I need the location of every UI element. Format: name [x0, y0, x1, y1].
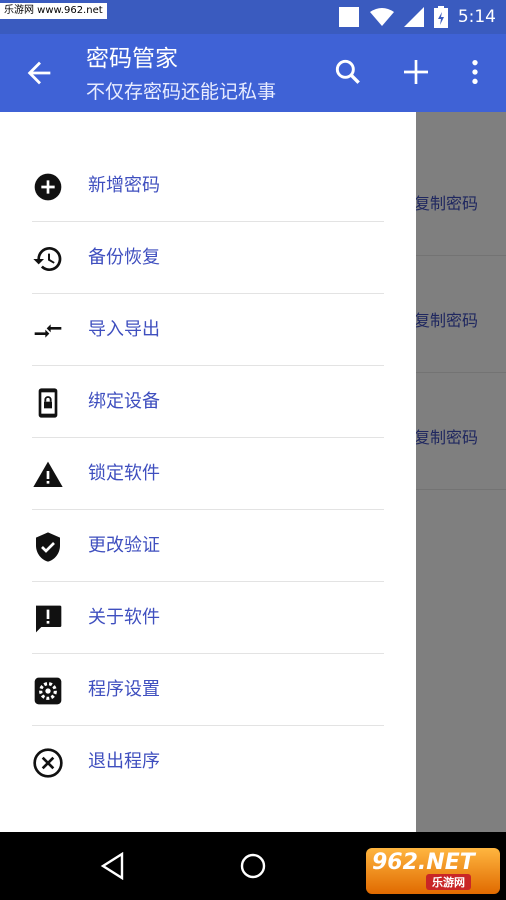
drawer-item-settings[interactable]: 程序设置: [32, 654, 384, 726]
drawer-item-backup-restore[interactable]: 备份恢复: [32, 222, 384, 294]
navigation-drawer: 新增密码 备份恢复 导入导出 绑定设备 锁定软件 更改验证 关于软件 程序设置 …: [0, 112, 416, 832]
site-logo: 962.NET 乐游网: [366, 848, 500, 894]
drawer-item-change-verification[interactable]: 更改验证: [32, 510, 384, 582]
status-time: 5:14: [457, 7, 496, 27]
drawer-item-label: 新增密码: [88, 175, 160, 196]
logo-sub-text: 乐游网: [426, 874, 471, 890]
notification-icon: [338, 7, 359, 27]
drawer-item-lock-app[interactable]: 锁定软件: [32, 438, 384, 510]
search-icon[interactable]: [332, 56, 364, 88]
drawer-item-about[interactable]: 关于软件: [32, 582, 384, 654]
drawer-item-exit[interactable]: 退出程序: [32, 726, 384, 798]
status-bar: 乐游网 www.962.net 5:14: [0, 0, 506, 34]
drawer-item-label: 关于软件: [88, 607, 160, 628]
nav-back-icon[interactable]: [100, 852, 126, 880]
drawer-item-label: 备份恢复: [88, 247, 160, 268]
more-vert-icon[interactable]: [459, 56, 491, 88]
drawer-item-label: 更改验证: [88, 535, 160, 556]
nav-home-icon[interactable]: [240, 853, 266, 879]
app-bar: 密码管家 不仅存密码还能记私事: [0, 34, 506, 112]
drawer-item-bind-device[interactable]: 绑定设备: [32, 366, 384, 438]
watermark-text: 乐游网 www.962.net: [0, 3, 107, 19]
import-export-icon: [34, 324, 62, 338]
warning-icon: [33, 461, 63, 487]
add-circle-icon: [34, 173, 62, 201]
feedback-icon: [36, 605, 62, 633]
page-title: 密码管家: [86, 46, 178, 72]
page-subtitle: 不仅存密码还能记私事: [86, 81, 277, 103]
drawer-item-label: 程序设置: [88, 679, 160, 700]
drawer-item-add-password[interactable]: 新增密码: [32, 150, 384, 222]
drawer-item-import-export[interactable]: 导入导出: [32, 294, 384, 366]
drawer-item-label: 绑定设备: [88, 391, 160, 412]
battery-icon: [433, 6, 448, 28]
arrow-left-icon[interactable]: [22, 56, 56, 90]
signal-icon: [403, 7, 424, 27]
settings-icon: [34, 677, 62, 705]
drawer-item-label: 退出程序: [88, 751, 160, 772]
drawer-item-label: 锁定软件: [88, 463, 160, 484]
history-icon: [33, 246, 62, 271]
drawer-item-label: 导入导出: [88, 319, 160, 340]
plus-icon[interactable]: [400, 56, 432, 88]
cancel-circle-icon: [33, 748, 63, 778]
device-lock-icon: [38, 388, 58, 418]
logo-main-text: 962.NET: [372, 850, 475, 875]
verified-shield-icon: [36, 532, 60, 562]
wifi-icon: [369, 8, 394, 26]
